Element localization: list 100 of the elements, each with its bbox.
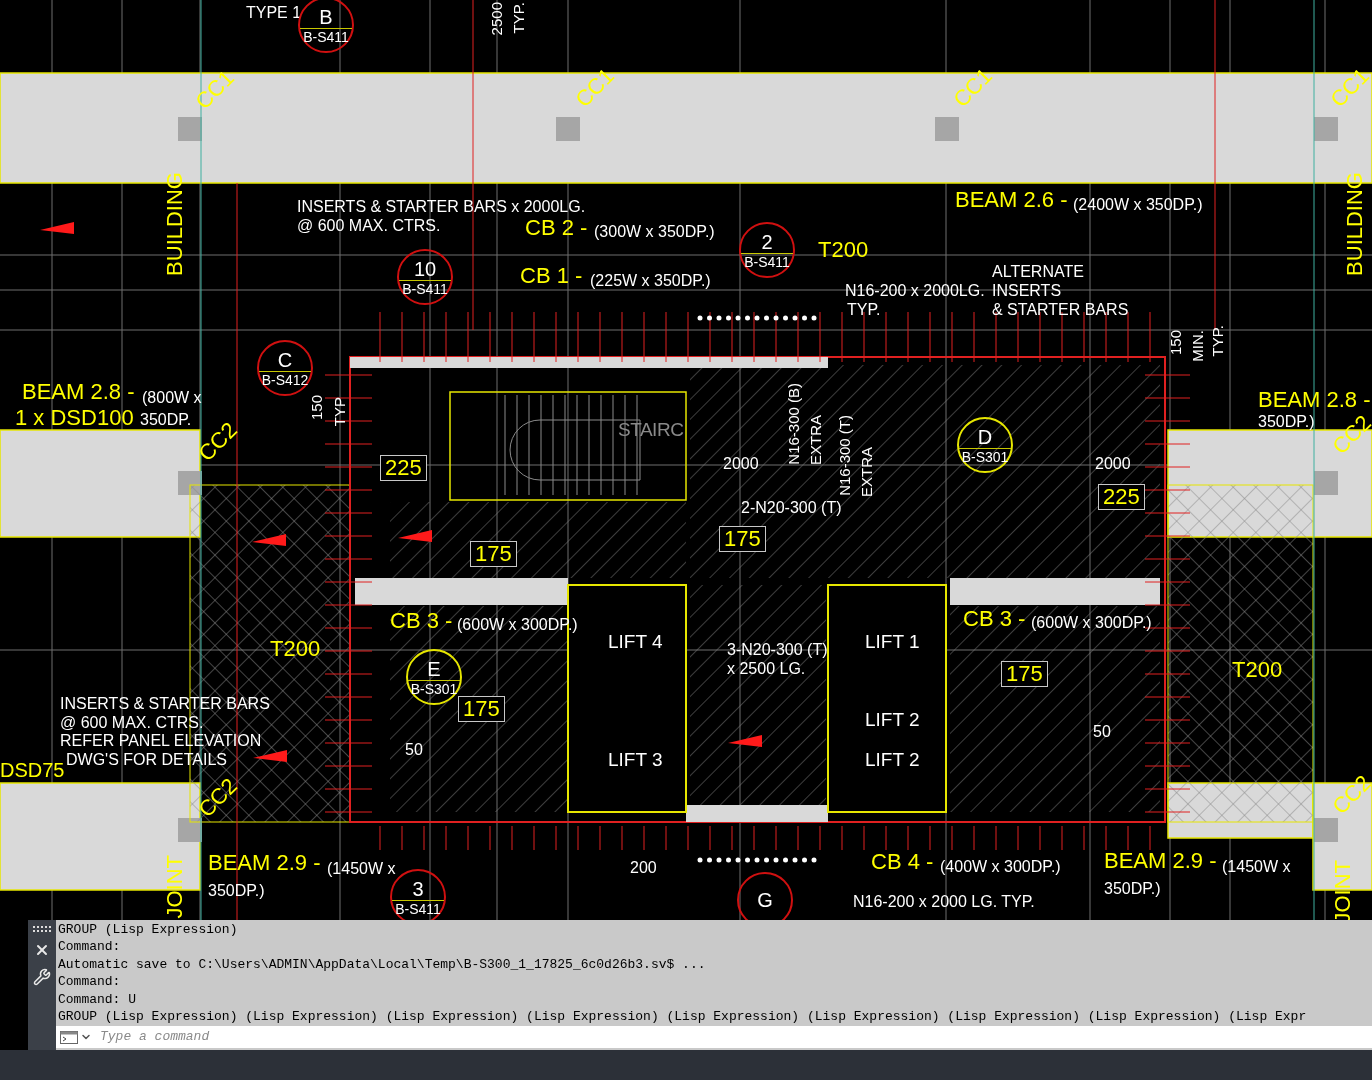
annotation-heading: BEAM 2.6 - bbox=[955, 189, 1068, 211]
thickness-tag: 225 bbox=[1098, 484, 1145, 510]
annotation-text: 2500 bbox=[489, 2, 504, 36]
lift-label: LIFT 3 bbox=[608, 750, 663, 769]
annotation-text: ALTERNATE bbox=[992, 262, 1084, 281]
annotation-heading: JOINT bbox=[164, 855, 186, 919]
terminal-icon[interactable] bbox=[60, 1030, 78, 1044]
column-square bbox=[1314, 818, 1338, 842]
annotation-text: x 2500 LG. bbox=[727, 659, 806, 678]
annotation-text: (600W x 300DP.) bbox=[1031, 613, 1152, 632]
annotation-text: N16-300 (B) bbox=[786, 383, 801, 465]
annotation-text: TYP. bbox=[511, 2, 526, 34]
callout-sheet: B-S301 bbox=[410, 680, 458, 697]
callout-sheet: B-S412 bbox=[261, 371, 309, 388]
column-label: CC1 bbox=[571, 64, 619, 112]
column-square bbox=[556, 117, 580, 141]
annotation-text: 3-N20-300 (T) bbox=[727, 640, 828, 659]
settings-icon[interactable] bbox=[33, 968, 51, 986]
annotation-text: TYPE 1 bbox=[246, 3, 302, 22]
callout-mark: 10 bbox=[413, 257, 437, 280]
annotation-text: EXTRA bbox=[859, 447, 874, 497]
annotation-text: TYP. bbox=[1210, 325, 1225, 357]
callout-mark: 3 bbox=[412, 877, 424, 900]
annotation-text: @ 600 MAX. CTRS. bbox=[60, 713, 204, 732]
history-line: Command: bbox=[58, 973, 122, 991]
lift-label: LIFT 1 bbox=[865, 632, 920, 651]
annotation-heading: BEAM 2.8 - bbox=[1258, 389, 1371, 411]
callout-mark: B bbox=[319, 5, 333, 28]
thickness-tag: 175 bbox=[458, 696, 505, 722]
history-line: GROUP (Lisp Expression) (Lisp Expression) (Lisp Expression) (Lisp Expression) (Lisp Expression) (Lisp Expression) (Lisp Expression) (Lisp Expression) (Lisp Expr bbox=[58, 1008, 1308, 1026]
annotation-text: TYP. bbox=[847, 300, 881, 319]
section-flag-icon bbox=[253, 750, 287, 762]
annotation-text: 2-N20-300 (T) bbox=[741, 498, 842, 517]
lift-label: LIFT 2 bbox=[865, 710, 920, 729]
annotation-text: 350DP.) bbox=[1258, 412, 1315, 431]
callout-sheet: B-S301 bbox=[961, 448, 1009, 465]
annotation-heading: CB 4 - bbox=[871, 851, 934, 873]
annotation-text: (1450W x bbox=[327, 859, 396, 878]
annotation-text: (300W x 350DP.) bbox=[594, 222, 715, 241]
history-line: Command: U bbox=[58, 990, 137, 1009]
annotation-heading: CB 3 - bbox=[963, 608, 1026, 630]
annotation-text: INSERTS bbox=[992, 281, 1062, 300]
annotation-text: 50 bbox=[405, 740, 423, 759]
thickness-tag: 175 bbox=[470, 541, 517, 567]
column-label: CC1 bbox=[949, 64, 997, 112]
annotation-text: (800W x bbox=[142, 388, 202, 407]
column-square bbox=[1314, 471, 1338, 495]
lift-label: LIFT 2 bbox=[865, 750, 920, 769]
annotation-text: (400W x 300DP.) bbox=[940, 857, 1061, 876]
history-line: Command: bbox=[58, 938, 122, 956]
annotation-text: MIN. bbox=[1190, 330, 1205, 362]
column-square bbox=[935, 117, 959, 141]
annotation-heading: CB 3 - bbox=[390, 610, 453, 632]
annotation-heading: T200 bbox=[818, 239, 869, 261]
annotation-text: 50 bbox=[1093, 722, 1111, 741]
annotation-text: 350DP.) bbox=[208, 881, 265, 900]
history-line: GROUP (Lisp Expression) bbox=[58, 921, 239, 939]
annotation-heading: BUILDING bbox=[164, 172, 186, 276]
callout-mark: G bbox=[757, 889, 773, 911]
annotation-heading: 1 x DSD100 bbox=[15, 407, 134, 429]
section-flag-icon bbox=[398, 530, 432, 542]
column-label: CC2 bbox=[194, 418, 242, 466]
history-line: Automatic save to C:\Users\ADMIN\AppData\Local\Temp\B-S300_1_17825_6c0d26b3.sv$ ... bbox=[58, 955, 707, 974]
column-label: CC2 bbox=[1328, 411, 1372, 459]
column-square bbox=[1314, 117, 1338, 141]
callout-sheet: B-S411 bbox=[303, 28, 349, 45]
annotation-text: EXTRA bbox=[808, 415, 823, 465]
annotation-text: 200 bbox=[630, 858, 657, 877]
thickness-tag: 225 bbox=[380, 455, 427, 481]
stair-label: STAIRC bbox=[618, 420, 684, 439]
annotation-text: 350DP. bbox=[140, 410, 192, 429]
annotation-text: @ 600 MAX. CTRS. bbox=[297, 216, 441, 235]
callout-sheet: B-S411 bbox=[395, 900, 441, 917]
annotation-heading: CB 2 - bbox=[525, 217, 588, 239]
section-flag-icon bbox=[728, 735, 762, 747]
annotation-heading: T200 bbox=[270, 638, 321, 660]
annotation-text: DWG'S FOR DETAILS bbox=[66, 750, 227, 769]
thickness-tag: 175 bbox=[719, 526, 766, 552]
close-icon[interactable] bbox=[34, 942, 50, 958]
callout-mark: 2 bbox=[761, 230, 773, 253]
annotation-heading: T200 bbox=[1232, 659, 1283, 681]
column-label: CC1 bbox=[1326, 64, 1372, 112]
annotation-heading: BEAM 2.9 - bbox=[1104, 850, 1217, 872]
annotation-text: N16-300 (T) bbox=[837, 415, 852, 496]
callout-sheet: B-S411 bbox=[402, 280, 448, 297]
annotation-text: 2000 bbox=[1095, 454, 1131, 473]
grip-icon[interactable] bbox=[33, 926, 51, 932]
callout-mark: C bbox=[277, 348, 293, 371]
callout-mark: E bbox=[427, 657, 441, 680]
annotation-text: 350DP.) bbox=[1104, 879, 1161, 898]
annotation-text: TYP bbox=[332, 397, 347, 427]
section-flag-icon bbox=[252, 534, 286, 546]
annotation-text: N16-200 x 2000 LG. TYP. bbox=[853, 892, 1035, 911]
annotation-text: (2400W x 350DP.) bbox=[1073, 195, 1203, 214]
column-label: CC2 bbox=[1328, 771, 1372, 819]
callout-mark: D bbox=[977, 425, 993, 448]
annotation-heading: DSD75 bbox=[0, 760, 65, 780]
annotation-heading: BEAM 2.8 - bbox=[22, 381, 135, 403]
annotation-text: 2000 bbox=[723, 454, 759, 473]
annotation-text: 150 bbox=[309, 395, 324, 421]
